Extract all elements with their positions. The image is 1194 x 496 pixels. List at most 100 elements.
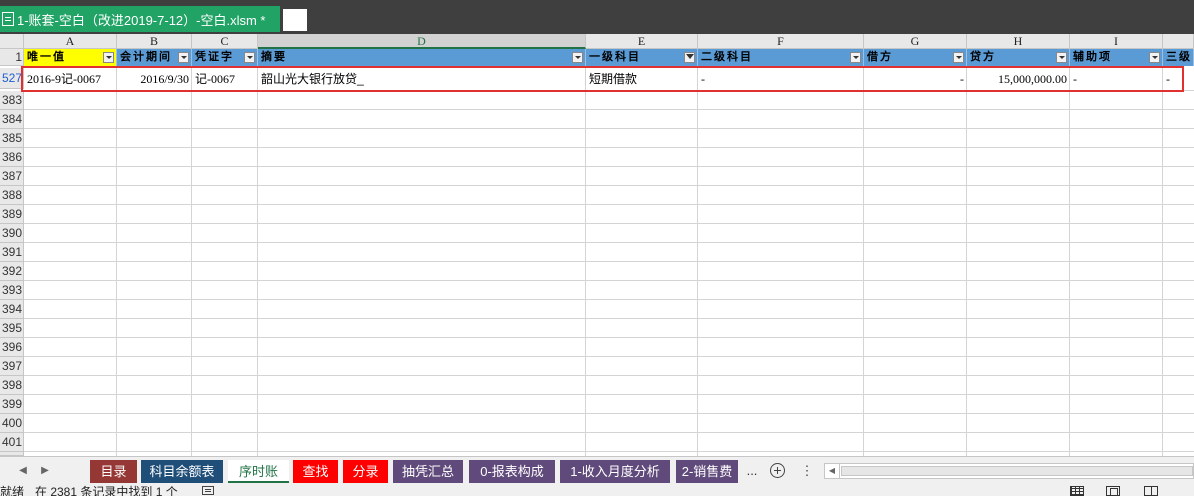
column-header-f[interactable]: F <box>698 34 864 49</box>
cell-f527[interactable]: - <box>698 69 864 89</box>
column-header-i[interactable]: I <box>1070 34 1163 49</box>
column-header-g[interactable]: G <box>864 34 967 49</box>
sheet-tab-income-monthly[interactable]: 1-收入月度分析 <box>560 460 670 483</box>
column-header-b[interactable]: B <box>117 34 192 49</box>
header-cell-level1-account[interactable]: 一级科目 <box>586 49 698 66</box>
sheet-tab-journal[interactable]: 序时账 <box>228 460 289 483</box>
grid-lines <box>24 66 1194 456</box>
row-header[interactable]: 388 <box>0 186 24 205</box>
header-label: 二级科目 <box>701 51 753 63</box>
sheet-tab-entries[interactable]: 分录 <box>343 460 388 483</box>
row-header[interactable]: 397 <box>0 357 24 376</box>
cell-a527[interactable]: 2016-9记-0067 <box>24 69 117 89</box>
header-label: 会计期间 <box>120 51 172 63</box>
column-header-a[interactable]: A <box>24 34 117 49</box>
column-header-e[interactable]: E <box>586 34 698 49</box>
header-label: 唯一值 <box>27 51 66 63</box>
row-header[interactable]: 400 <box>0 414 24 433</box>
header-cell-period[interactable]: 会计期间 <box>117 49 192 66</box>
sheet-tab-report-structure[interactable]: 0-报表构成 <box>469 460 555 483</box>
header-cell-credit[interactable]: 贷方 <box>967 49 1070 66</box>
scroll-left-arrow-icon[interactable]: ◀ <box>825 464 840 478</box>
header-cell-debit[interactable]: 借方 <box>864 49 967 66</box>
filter-dropdown-icon[interactable] <box>1056 52 1067 63</box>
status-bar: 就绪 在 2381 条记录中找到 1 个 <box>0 484 1194 496</box>
row-header[interactable]: 384 <box>0 110 24 129</box>
filter-dropdown-icon[interactable] <box>953 52 964 63</box>
cell-c527[interactable]: 记-0067 <box>192 69 258 89</box>
column-header-j[interactable] <box>1163 34 1194 49</box>
filter-dropdown-icon[interactable] <box>103 52 114 63</box>
cell-b527[interactable]: 2016/9/30 <box>117 69 192 89</box>
status-find-result: 在 2381 条记录中找到 1 个 <box>35 485 178 496</box>
document-tab[interactable]: 1-账套-空白（改进2019-7-12）-空白.xlsm * <box>0 6 280 32</box>
row-header[interactable]: 385 <box>0 129 24 148</box>
cell-i527[interactable]: - <box>1070 69 1163 89</box>
add-sheet-icon[interactable] <box>770 463 785 478</box>
header-cell-auxiliary[interactable]: 辅助项 <box>1070 49 1163 66</box>
cell-e527[interactable]: 短期借款 <box>586 69 698 89</box>
sheet-tab-sales-expense[interactable]: 2-销售费 <box>676 460 738 483</box>
cell-g527[interactable]: - <box>864 69 967 89</box>
title-bar: 1-账套-空白（改进2019-7-12）-空白.xlsm * <box>0 0 1194 34</box>
filter-dropdown-icon[interactable] <box>244 52 255 63</box>
row-header[interactable]: 392 <box>0 262 24 281</box>
column-header-c[interactable]: C <box>192 34 258 49</box>
header-cell-level3[interactable]: 三级 <box>1163 49 1194 66</box>
document-title: 1-账套-空白（改进2019-7-12）-空白.xlsm * <box>17 12 266 28</box>
header-label: 凭证字 <box>195 51 234 63</box>
filter-dropdown-icon[interactable] <box>178 52 189 63</box>
row-header[interactable]: 390 <box>0 224 24 243</box>
cell-d527[interactable]: 韶山光大银行放贷_ <box>258 69 586 89</box>
sheet-options-icon[interactable]: ⋮ <box>800 457 814 485</box>
scroll-tabs-right-icon[interactable]: ▶ <box>34 457 56 485</box>
row-header[interactable]: 398 <box>0 376 24 395</box>
header-label: 借方 <box>867 51 893 63</box>
row-header[interactable]: 395 <box>0 319 24 338</box>
row-header[interactable]: 386 <box>0 148 24 167</box>
new-tab-button[interactable] <box>283 9 307 31</box>
row-header[interactable]: 399 <box>0 395 24 414</box>
status-ready: 就绪 <box>0 485 25 496</box>
filter-dropdown-icon[interactable] <box>1149 52 1160 63</box>
header-cell-unique[interactable]: 唯一值 <box>24 49 117 66</box>
column-header-h[interactable]: H <box>967 34 1070 49</box>
row-header[interactable]: 383 <box>0 91 24 110</box>
row-header[interactable]: 387 <box>0 167 24 186</box>
cell-j527[interactable]: - <box>1163 69 1194 89</box>
filter-dropdown-icon[interactable] <box>572 52 583 63</box>
filter-active-icon[interactable] <box>684 52 695 63</box>
sheet-tab-find[interactable]: 查找 <box>293 460 338 483</box>
scroll-thumb[interactable] <box>841 466 1193 476</box>
row-header[interactable]: 396 <box>0 338 24 357</box>
sheet-tab-bar: ◀ ▶ 目录 科目余额表 序时账 查找 分录 抽凭汇总 0-报表构成 1-收入月… <box>0 456 1194 485</box>
header-cell-level2-account[interactable]: 二级科目 <box>698 49 864 66</box>
document-icon <box>2 12 14 26</box>
horizontal-scrollbar[interactable]: ◀ <box>824 463 1194 479</box>
page-break-view-icon[interactable] <box>1144 486 1158 496</box>
header-cell-voucher[interactable]: 凭证字 <box>192 49 258 66</box>
row-header[interactable]: 401 <box>0 433 24 452</box>
select-all-corner[interactable] <box>0 34 24 49</box>
filter-dropdown-icon[interactable] <box>850 52 861 63</box>
normal-view-icon[interactable] <box>1070 486 1084 496</box>
macro-record-icon[interactable] <box>202 486 214 495</box>
row-header[interactable]: 389 <box>0 205 24 224</box>
header-label: 贷方 <box>970 51 996 63</box>
row-header[interactable]: 391 <box>0 243 24 262</box>
sheet-tab-sample-summary[interactable]: 抽凭汇总 <box>393 460 463 483</box>
row-header-1[interactable]: 1 <box>0 49 24 66</box>
page-layout-view-icon[interactable] <box>1106 486 1120 496</box>
header-label: 三级 <box>1166 51 1192 63</box>
header-cell-summary[interactable]: 摘要 <box>258 49 586 66</box>
row-header-527[interactable]: 527 <box>0 68 24 89</box>
more-sheets-button[interactable]: ... <box>742 457 762 485</box>
cell-h527[interactable]: 15,000,000.00 <box>967 69 1070 89</box>
row-header[interactable]: 394 <box>0 300 24 319</box>
sheet-tab-balance[interactable]: 科目余额表 <box>141 460 223 483</box>
header-label: 摘要 <box>261 51 287 63</box>
sheet-tab-catalog[interactable]: 目录 <box>90 460 137 483</box>
row-header[interactable]: 393 <box>0 281 24 300</box>
column-header-d[interactable]: D <box>258 34 586 49</box>
scroll-tabs-left-icon[interactable]: ◀ <box>12 457 34 485</box>
